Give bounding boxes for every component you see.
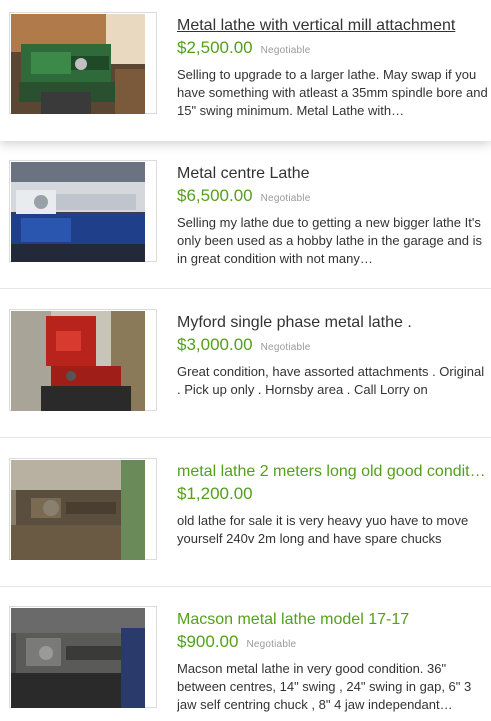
grey-lathe-photo <box>11 608 145 708</box>
negotiable-badge: Negotiable <box>246 639 297 650</box>
listing-title[interactable]: Myford single phase metal lathe . <box>177 313 489 333</box>
blue-lathe-photo <box>11 162 145 262</box>
listing-thumbnail[interactable] <box>9 309 157 411</box>
listing-item[interactable]: Myford single phase metal lathe . $3,000… <box>0 297 491 438</box>
listing-thumbnail[interactable] <box>9 160 157 262</box>
negotiable-badge: Negotiable <box>260 45 311 56</box>
listing-title[interactable]: Macson metal lathe model 17-17 <box>177 610 489 630</box>
listing-title[interactable]: Metal lathe with vertical mill attachmen… <box>177 16 489 36</box>
listing-description: Selling my lathe due to getting a new bi… <box>177 215 483 266</box>
listing-price: $6,500.00 <box>177 186 253 205</box>
listing-description: Macson metal lathe in very good conditio… <box>177 661 472 712</box>
listing-item[interactable]: Macson metal lathe model 17-17 $900.00 N… <box>0 594 491 721</box>
listing-title[interactable]: metal lathe 2 meters long old good condi… <box>177 462 489 482</box>
listing-thumbnail[interactable] <box>9 606 157 708</box>
listing-thumbnail[interactable] <box>9 458 157 560</box>
listing-price: $900.00 <box>177 632 239 651</box>
listing-item[interactable]: Metal lathe with vertical mill attachmen… <box>0 0 491 141</box>
listing-item[interactable]: Metal centre Lathe $6,500.00 Negotiable … <box>0 148 491 289</box>
listing-description: old lathe for sale it is very heavy yuo … <box>177 513 469 546</box>
red-lathe-photo <box>11 311 145 411</box>
listing-price: $1,200.00 <box>177 484 253 503</box>
listing-price: $3,000.00 <box>177 335 253 354</box>
negotiable-badge: Negotiable <box>260 193 311 204</box>
listing-results: Metal lathe with vertical mill attachmen… <box>0 0 491 721</box>
old-lathe-photo <box>11 460 145 560</box>
listing-thumbnail[interactable] <box>9 12 157 114</box>
listing-description: Great condition, have assorted attachmen… <box>177 364 485 397</box>
listing-description: Selling to upgrade to a larger lathe. Ma… <box>177 67 488 118</box>
green-lathe-photo <box>11 14 145 114</box>
negotiable-badge: Negotiable <box>260 342 311 353</box>
listing-price: $2,500.00 <box>177 38 253 57</box>
listing-title[interactable]: Metal centre Lathe <box>177 164 489 184</box>
listing-item[interactable]: metal lathe 2 meters long old good condi… <box>0 446 491 587</box>
